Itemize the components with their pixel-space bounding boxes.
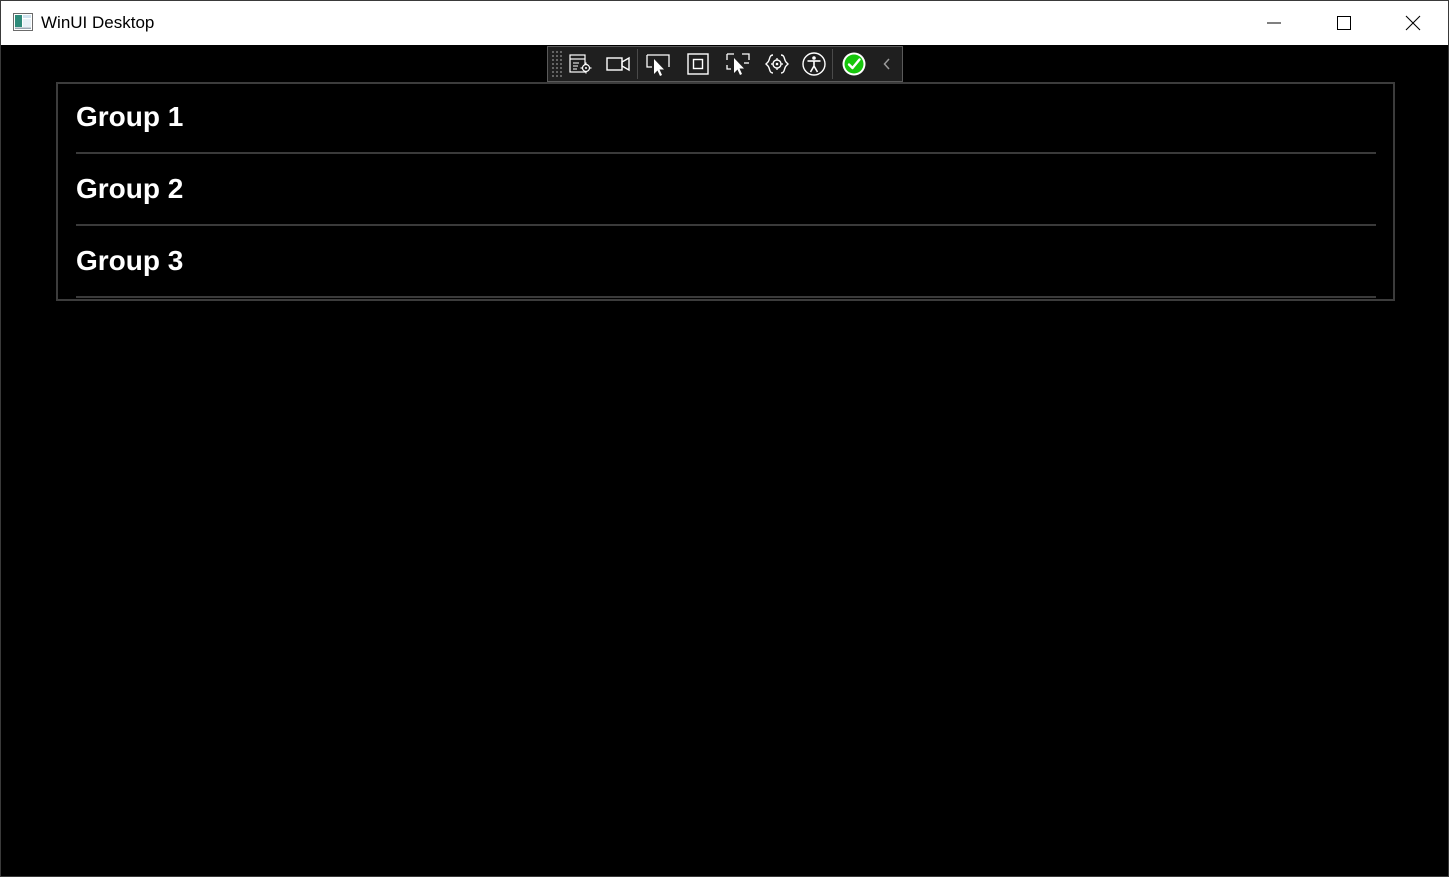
accessibility-icon <box>802 52 826 76</box>
close-button[interactable] <box>1378 1 1448 45</box>
accessibility-checker-button[interactable] <box>796 47 832 81</box>
group-label: Group 3 <box>76 245 184 276</box>
title-bar[interactable]: WinUI Desktop <box>1 1 1448 45</box>
maximize-icon <box>1337 16 1351 30</box>
chevron-left-icon <box>883 58 890 70</box>
select-element-button[interactable] <box>599 47 637 81</box>
groups-list: Group 1 Group 2 Group 3 <box>56 82 1395 301</box>
track-focus-icon <box>687 53 709 75</box>
checkmark-icon <box>842 52 866 76</box>
binding-failures-icon <box>765 54 789 74</box>
collapse-toolbar-button[interactable] <box>875 47 899 81</box>
group-label: Group 2 <box>76 173 184 204</box>
group-item[interactable]: Group 1 <box>76 84 1376 154</box>
group-label: Group 1 <box>76 101 184 132</box>
select-element-icon <box>606 56 630 72</box>
ui-check-status-button[interactable] <box>833 47 875 81</box>
binding-failures-button[interactable] <box>758 47 796 81</box>
group-item[interactable]: Group 2 <box>76 156 1376 226</box>
close-icon <box>1405 15 1421 31</box>
toolbar-grip[interactable] <box>551 50 563 78</box>
app-icon <box>13 13 33 31</box>
window-content: Group 1 Group 2 Group 3 <box>1 45 1448 876</box>
go-to-live-visual-tree-button[interactable] <box>563 47 599 81</box>
hot-reload-button[interactable] <box>718 47 758 81</box>
xaml-debug-toolbar <box>547 46 903 82</box>
minimize-button[interactable] <box>1239 1 1309 45</box>
track-focus-button[interactable] <box>678 47 718 81</box>
display-layout-adorners-icon <box>646 54 670 76</box>
maximize-button[interactable] <box>1309 1 1379 45</box>
group-item[interactable]: Group 3 <box>76 228 1376 298</box>
app-window: WinUI Desktop Group 1 Group 2 Group 3 <box>0 0 1449 877</box>
minimize-icon <box>1267 22 1281 24</box>
hot-reload-icon <box>726 53 750 75</box>
go-to-live-visual-tree-icon <box>569 54 592 74</box>
display-layout-adorners-button[interactable] <box>638 47 678 81</box>
window-title: WinUI Desktop <box>41 13 155 32</box>
